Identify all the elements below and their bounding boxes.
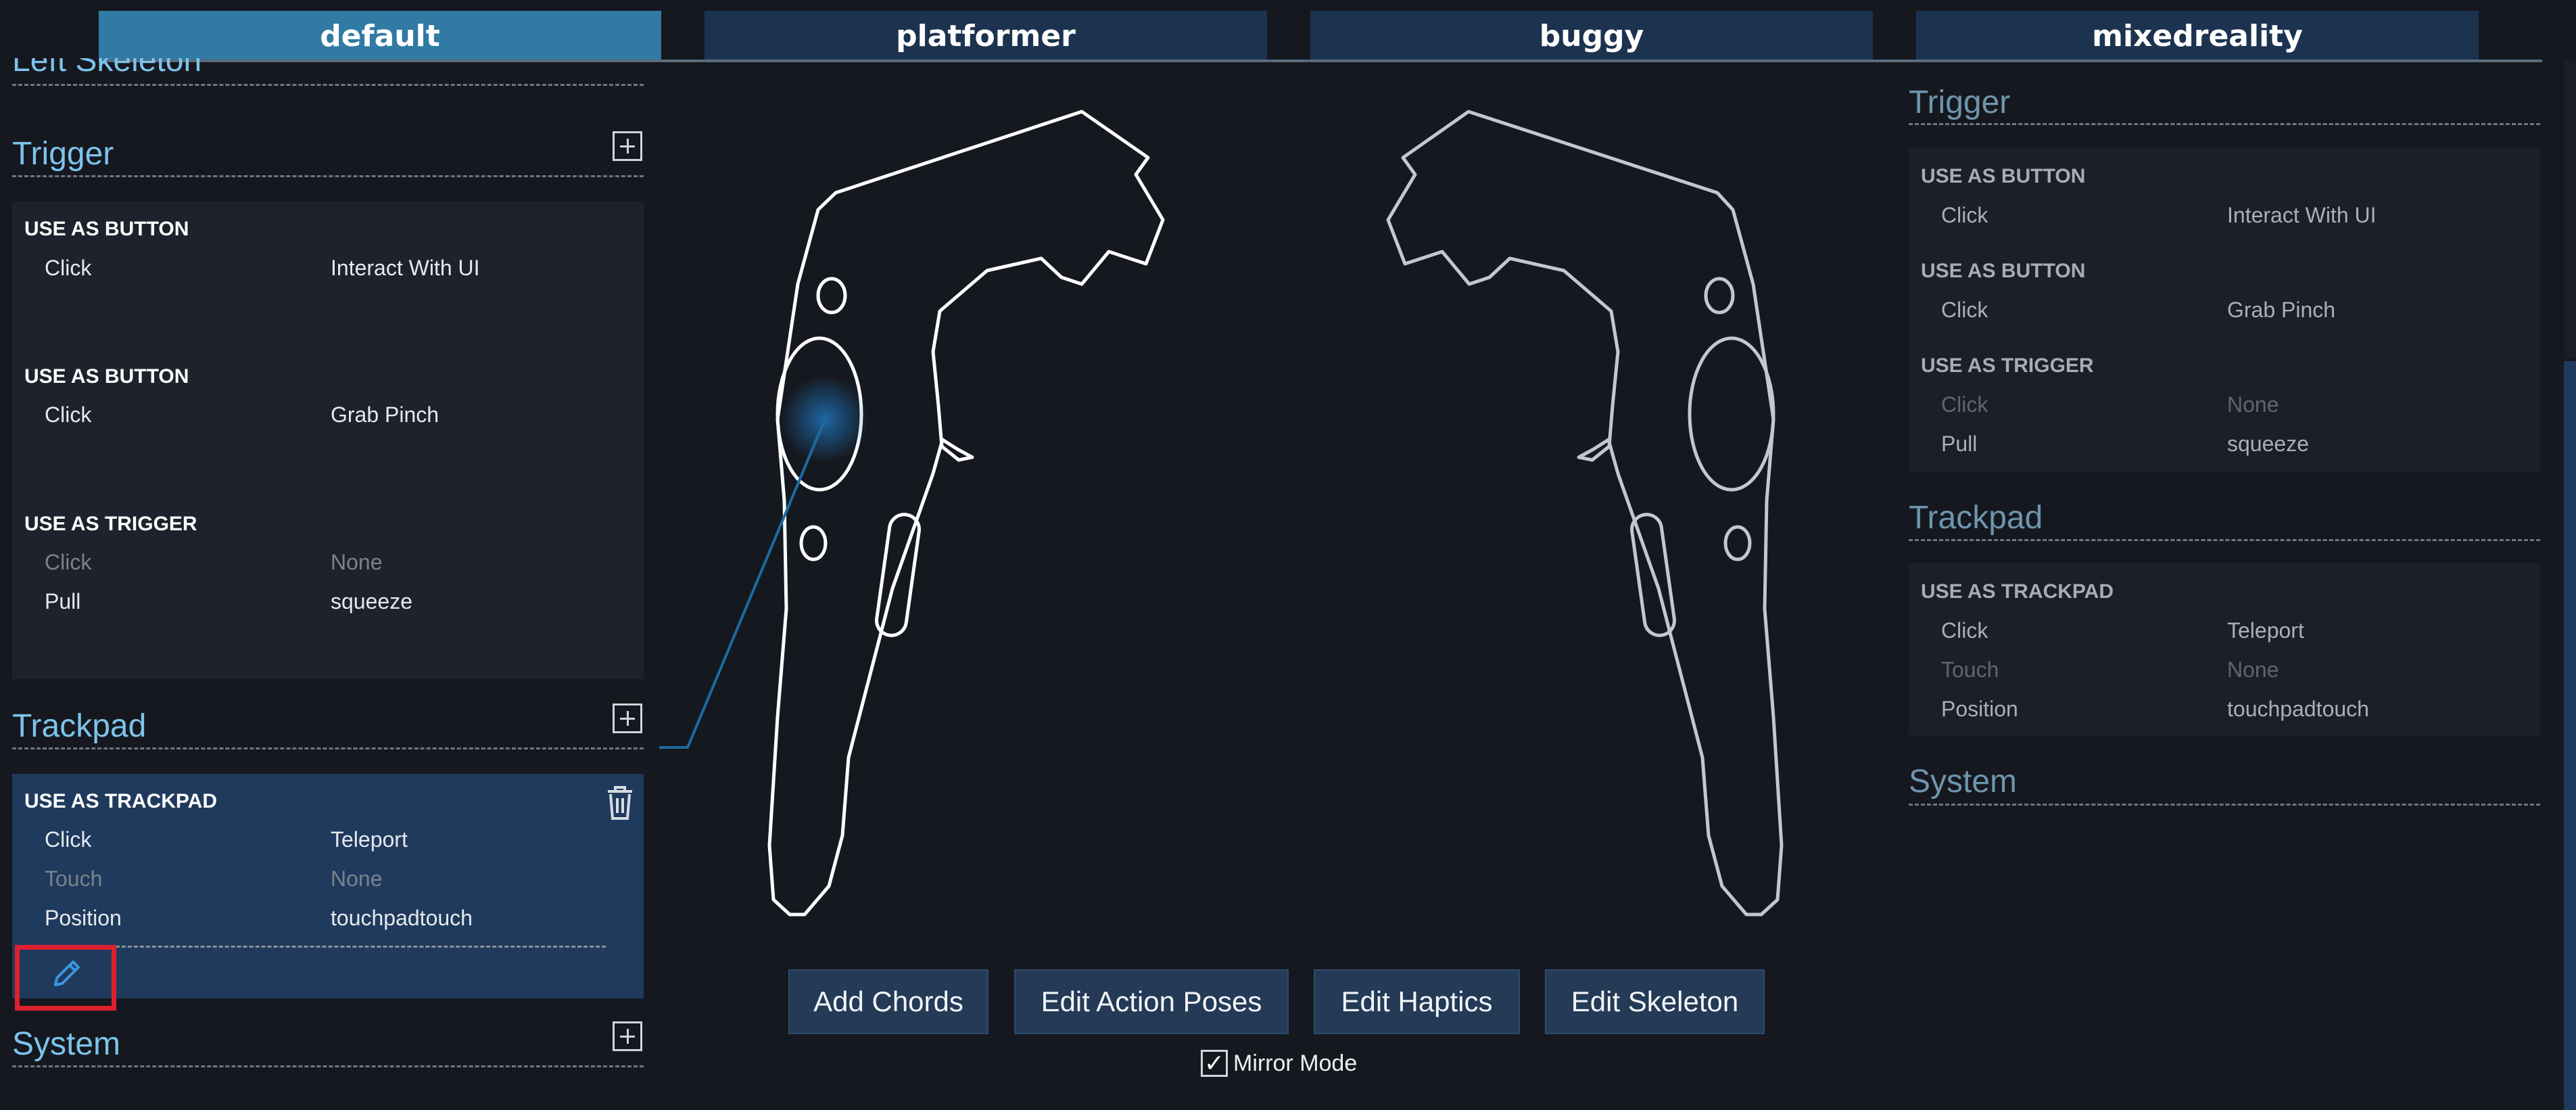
binding-value[interactable]: Interact With UI [331, 256, 480, 281]
mirror-mode-checkbox[interactable]: ✓ [1201, 1050, 1228, 1077]
binding-label: Click [45, 550, 92, 574]
divider [12, 747, 644, 749]
binding-label: Click [1941, 392, 1988, 417]
binding-label: Position [1941, 697, 2018, 721]
binding-label: Click [45, 402, 92, 427]
binding-value: None [2227, 392, 2279, 417]
tab-mixedreality[interactable]: mixedreality [1916, 11, 2479, 61]
add-trackpad-binding-icon[interactable] [613, 703, 642, 733]
callout-line [659, 419, 826, 749]
add-chords-button[interactable]: Add Chords [788, 969, 988, 1034]
tab-default[interactable]: default [99, 11, 661, 61]
binding-value: Grab Pinch [2227, 298, 2336, 322]
binding-value: touchpadtouch [2227, 697, 2369, 721]
group-header: USE AS TRIGGER [1921, 354, 2094, 377]
binding-value: Interact With UI [2227, 203, 2377, 227]
binding-value[interactable]: squeeze [331, 589, 412, 614]
binding-value[interactable]: Grab Pinch [331, 402, 439, 427]
left-trigger-panel [12, 202, 644, 679]
trash-icon[interactable] [604, 785, 636, 821]
group-header: USE AS BUTTON [1921, 165, 2086, 187]
binding-value: None [2227, 657, 2279, 682]
divider [12, 175, 644, 177]
binding-label: Position [45, 906, 122, 930]
binding-label: Click [1941, 618, 1988, 643]
divider [1909, 539, 2540, 541]
edit-haptics-button[interactable]: Edit Haptics [1314, 969, 1520, 1034]
tab-underline [99, 60, 2542, 62]
right-system-title: System [1909, 764, 2018, 800]
binding-label: Click [1941, 203, 1988, 227]
divider [1909, 123, 2540, 125]
tab-buggy[interactable]: buggy [1310, 11, 1873, 61]
add-trigger-binding-icon[interactable] [613, 131, 642, 161]
edit-skeleton-button[interactable]: Edit Skeleton [1545, 969, 1765, 1034]
binding-label: Pull [1941, 432, 1978, 456]
left-controller [767, 110, 1165, 917]
mirror-mode-label: Mirror Mode [1233, 1050, 1358, 1076]
binding-label: Touch [1941, 657, 1999, 682]
left-system-title: System [12, 1026, 121, 1062]
binding-label: Click [1941, 298, 1988, 322]
right-trigger-panel [1909, 147, 2540, 472]
right-trackpad-title: Trackpad [1909, 500, 2043, 536]
group-header: USE AS BUTTON [24, 218, 189, 240]
right-trigger-title: Trigger [1909, 85, 2011, 120]
add-system-binding-icon[interactable] [613, 1021, 642, 1051]
binding-value[interactable]: Teleport [331, 827, 408, 852]
binding-value: squeeze [2227, 432, 2309, 456]
binding-value[interactable]: None [331, 550, 383, 575]
binding-value: Teleport [2227, 618, 2304, 643]
group-header: USE AS BUTTON [1921, 260, 2086, 282]
left-trigger-title: Trigger [12, 136, 114, 172]
group-header: USE AS TRIGGER [24, 513, 197, 535]
scrollbar-thumb[interactable] [2564, 361, 2576, 1110]
group-header: USE AS BUTTON [24, 365, 189, 388]
binding-label: Touch [45, 866, 103, 891]
left-trackpad-title: Trackpad [12, 708, 147, 744]
scrollbar-track[interactable] [2564, 61, 2576, 359]
right-controller [1386, 110, 1784, 917]
binding-label: Click [45, 256, 92, 280]
group-header: USE AS TRACKPAD [24, 790, 218, 812]
group-header: USE AS TRACKPAD [1921, 580, 2114, 603]
divider [1909, 804, 2540, 806]
binding-label: Pull [45, 589, 81, 614]
binding-value[interactable]: None [331, 866, 383, 892]
divider [12, 84, 644, 86]
edit-binding-highlight [15, 945, 116, 1011]
edit-action-poses-button[interactable]: Edit Action Poses [1014, 969, 1289, 1034]
divider [12, 1065, 644, 1067]
controller-illustration [659, 110, 1784, 917]
binding-label: Click [45, 827, 92, 852]
tab-platformer[interactable]: platformer [705, 11, 1267, 61]
binding-value[interactable]: touchpadtouch [331, 906, 473, 931]
